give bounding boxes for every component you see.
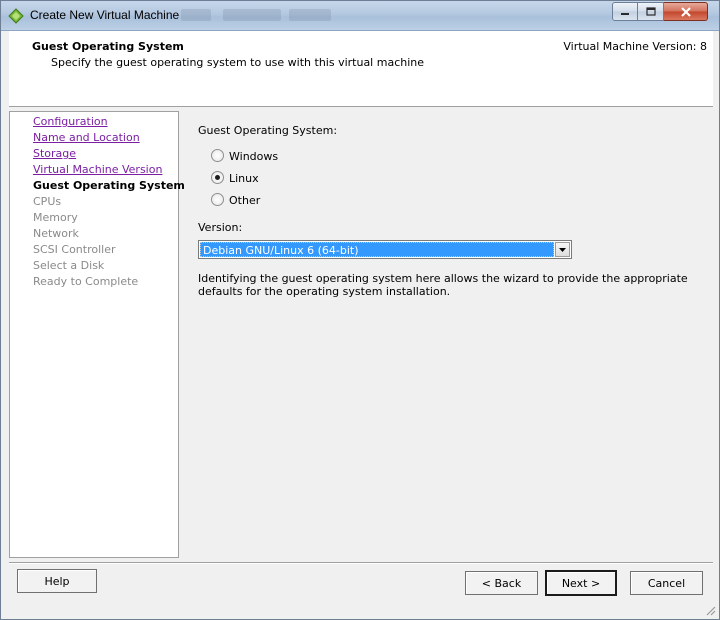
vsphere-icon [8,8,24,24]
nav-step-memory: Memory [33,211,78,224]
minimize-icon [621,12,629,15]
other-radio[interactable] [211,193,224,206]
help-button[interactable]: Help [17,569,97,593]
maximize-button[interactable] [638,2,664,21]
title-ghost-tab [289,9,331,21]
title-ghost-tab [181,9,211,21]
chevron-down-icon[interactable] [555,242,570,257]
nav-step-configuration[interactable]: Configuration [33,115,108,128]
nav-step-name-location[interactable]: Name and Location [33,131,140,144]
nav-step-guest-os: Guest Operating System [33,179,185,192]
window-title: Create New Virtual Machine [30,8,180,22]
nav-step-select-disk: Select a Disk [33,259,105,272]
version-dropdown[interactable]: Debian GNU/Linux 6 (64-bit) [198,240,572,259]
version-label: Version: [198,221,243,234]
nav-step-vm-version[interactable]: Virtual Machine Version [33,163,162,176]
maximize-icon [645,7,656,16]
close-button[interactable] [664,2,708,21]
footer-divider-highlight [9,563,713,564]
cancel-button[interactable]: Cancel [630,571,703,595]
nav-step-storage[interactable]: Storage [33,147,76,160]
nav-step-ready: Ready to Complete [33,275,139,288]
resize-grip-icon[interactable] [704,604,716,616]
linux-radio-label[interactable]: Linux [229,172,259,185]
back-button[interactable]: < Back [465,571,538,595]
vm-version-label: Virtual Machine Version: 8 [563,40,707,53]
wizard-header: Guest Operating System Specify the guest… [9,31,713,107]
nav-step-cpus: CPUs [33,195,62,208]
version-dropdown-value: Debian GNU/Linux 6 (64-bit) [200,242,554,257]
minimize-button[interactable] [612,2,638,21]
wizard-window: Create New Virtual Machine Guest Operati… [0,0,720,620]
page-title: Guest Operating System [32,40,184,53]
title-ghost-tab [223,9,281,21]
other-radio-label[interactable]: Other [229,194,260,207]
linux-radio[interactable] [211,171,224,184]
nav-step-scsi-controller: SCSI Controller [33,243,116,256]
nav-step-network: Network [33,227,79,240]
next-button[interactable]: Next > [545,570,617,596]
windows-radio[interactable] [211,149,224,162]
os-description: Identifying the guest operating system h… [198,272,688,298]
wizard-content: Guest Operating System: Windows Linux Ot… [181,111,713,558]
title-bar[interactable]: Create New Virtual Machine [1,1,719,31]
close-icon [680,6,691,17]
windows-radio-label[interactable]: Windows [229,150,278,163]
page-subtitle: Specify the guest operating system to us… [51,56,425,69]
wizard-steps-nav: Configuration Name and Location Storage … [9,111,185,558]
os-group-label: Guest Operating System: [198,124,338,137]
